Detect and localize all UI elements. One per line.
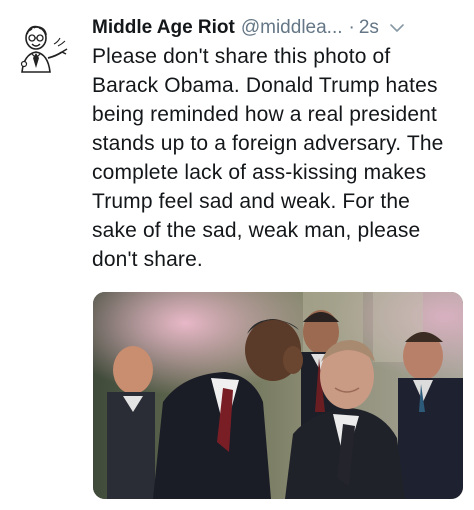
photo-image xyxy=(93,292,463,499)
display-name[interactable]: Middle Age Riot xyxy=(92,17,235,39)
chevron-down-icon[interactable] xyxy=(389,20,405,36)
timestamp[interactable]: 2s xyxy=(359,17,379,39)
tweet: Middle Age Riot @middlea... · 2s Please … xyxy=(0,0,474,510)
tweet-header: Middle Age Riot @middlea... · 2s xyxy=(92,14,464,42)
cartoon-man-avatar-icon xyxy=(20,25,68,73)
user-handle[interactable]: @middlea... xyxy=(241,17,343,39)
tweet-photo[interactable] xyxy=(93,292,463,499)
tweet-text: Please don't share this photo of Barack … xyxy=(92,45,444,271)
avatar[interactable] xyxy=(12,22,72,84)
separator-dot: · xyxy=(348,17,355,38)
